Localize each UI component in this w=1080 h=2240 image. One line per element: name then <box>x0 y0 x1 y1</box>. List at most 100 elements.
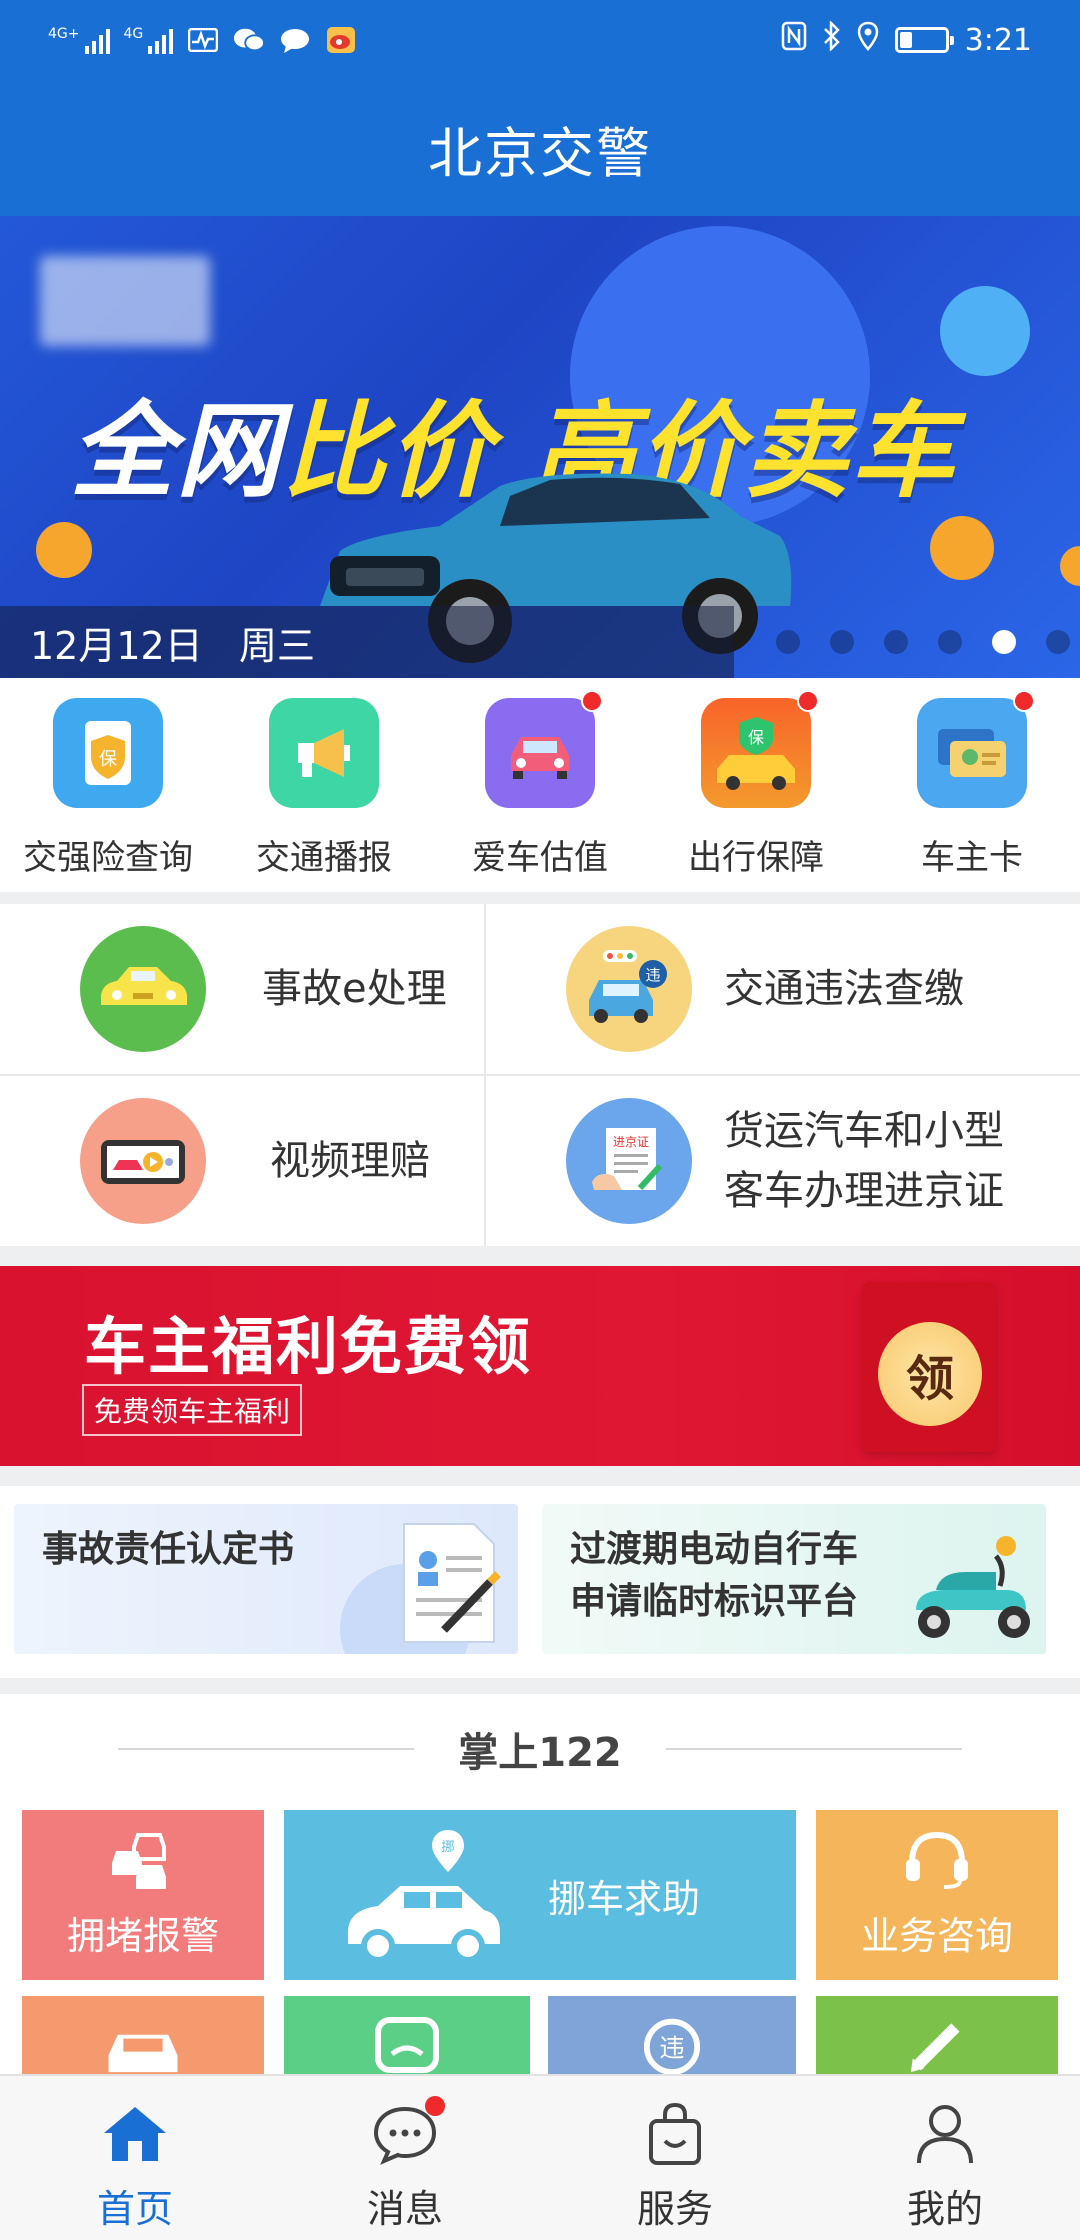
promo-banner-carousel[interactable]: 全网比价 高价卖车 12月12日 周三 <box>0 216 1080 678</box>
service-traffic-violation[interactable]: 违 交通违法查缴 <box>486 904 1080 1074</box>
battery-icon <box>894 27 954 53</box>
status-left: 4G+ 4G <box>48 20 357 60</box>
svg-text:保: 保 <box>748 728 764 747</box>
carousel-dot[interactable] <box>776 630 800 654</box>
document-pen-icon <box>403 1523 501 1643</box>
service-accident-e[interactable]: 事故e处理 <box>0 904 484 1074</box>
carousel-dot[interactable] <box>1046 630 1070 654</box>
service-grid: 事故e处理 违 交通违法查缴 视频理赔 进京证 货运汽车和小型 客车办理进京证 <box>0 904 1080 1246</box>
shopping-bag-icon <box>639 2098 711 2170</box>
quick-item-car-valuation[interactable]: 爱车估值 <box>432 678 648 892</box>
car-pin-icon: 挪 <box>348 1830 500 1963</box>
owner-benefit-banner[interactable]: 车主福利免费领 免费领车主福利 领 <box>0 1266 1080 1466</box>
clock: 3:21 <box>964 22 1032 58</box>
notification-dot <box>581 690 603 712</box>
scooter-icon <box>916 1536 1030 1638</box>
tile-row2-chat[interactable] <box>284 1996 530 2074</box>
status-right: 3:21 <box>781 19 1032 60</box>
service-beijing-permit-label: 货运汽车和小型 客车办理进京证 <box>724 1108 1004 1214</box>
divider <box>118 1748 415 1750</box>
weibo-icon <box>325 27 357 53</box>
coin-icon <box>1060 546 1080 586</box>
traffic-violation-icon: 违 <box>566 926 692 1052</box>
banner-weekday: 周三 <box>238 623 315 668</box>
card-ebike-temp-permit[interactable]: 过渡期电动自行车 申请临时标识平台 <box>542 1504 1046 1654</box>
user-icon <box>909 2098 981 2170</box>
section-header: 掌上122 <box>0 1724 1080 1776</box>
chat-bubble-icon <box>369 2096 445 2170</box>
envelope-seal: 领 <box>878 1322 982 1426</box>
carousel-dot[interactable] <box>830 630 854 654</box>
tile-congestion-report[interactable]: 拥堵报警 <box>22 1810 264 1980</box>
bottom-nav: 首页 消息 服务 我的 <box>0 2074 1080 2240</box>
violation-icon: 违 <box>643 2018 701 2074</box>
nfc-icon <box>781 21 807 59</box>
activity-icon <box>187 27 219 53</box>
quick-item-insurance-query[interactable]: 保 交强险查询 <box>0 678 216 892</box>
tile-row2-violation[interactable]: 违 <box>548 1996 796 2074</box>
yellow-car-icon <box>80 926 206 1052</box>
tile-business-consult[interactable]: 业务咨询 <box>816 1810 1058 1980</box>
notification-dot <box>797 690 819 712</box>
insurance-shield-icon: 保 <box>53 698 163 808</box>
carousel-indicator[interactable] <box>776 630 1070 654</box>
service-beijing-permit[interactable]: 进京证 货运汽车和小型 客车办理进京证 <box>486 1076 1080 1246</box>
section-122: 掌上122 拥堵报警 挪 挪车求助 业务咨询 违 <box>0 1694 1080 2074</box>
carousel-dot[interactable] <box>884 630 908 654</box>
notification-dot <box>1013 690 1035 712</box>
quick-item-travel-protection[interactable]: 保 出行保障 <box>648 678 864 892</box>
carousel-dot-active[interactable] <box>992 630 1016 654</box>
banner-decor-bubble <box>940 286 1030 376</box>
banner-date-bar: 12月12日 周三 <box>0 606 734 678</box>
card-icon <box>917 690 1035 808</box>
nav-services[interactable]: 服务 <box>540 2076 810 2240</box>
car-protection-icon: 保 <box>701 690 819 808</box>
banner-date: 12月12日 <box>30 623 203 668</box>
service-video-claim[interactable]: 视频理赔 <box>0 1076 484 1246</box>
svg-text:违: 违 <box>645 966 660 984</box>
signal-icon: 4G+ <box>48 26 110 54</box>
home-icon <box>99 2098 171 2170</box>
svg-text:违: 违 <box>659 2034 684 2063</box>
headset-icon <box>906 1831 968 1889</box>
pencil-icon <box>910 2023 960 2073</box>
app-header: 北京交警 <box>0 80 1080 216</box>
coin-icon <box>36 522 92 578</box>
card-ebike-text: 过渡期电动自行车 申请临时标识平台 <box>570 1529 859 1622</box>
svg-text:保: 保 <box>99 749 117 770</box>
bluetooth-icon <box>823 19 841 59</box>
quick-services-row: 保 交强险查询 交通播报 爱车估值 保 出行保障 车主卡 <box>0 678 1080 892</box>
page-title: 北京交警 <box>428 121 652 185</box>
tile-row2-edit[interactable] <box>816 1996 1058 2074</box>
svg-text:进京证: 进京证 <box>613 1135 649 1149</box>
promo-subtitle: 免费领车主福利 <box>82 1384 303 1436</box>
svg-text:挪: 挪 <box>441 1840 454 1855</box>
red-envelope-icon: 领 <box>862 1282 996 1452</box>
video-claim-icon <box>80 1098 206 1224</box>
chat-icon <box>375 2017 439 2073</box>
nav-profile[interactable]: 我的 <box>810 2076 1080 2240</box>
tile-move-car-help[interactable]: 挪 挪车求助 <box>284 1810 796 1980</box>
nav-home[interactable]: 首页 <box>0 2076 270 2240</box>
tile-row2-car[interactable] <box>22 1996 264 2074</box>
carousel-dot[interactable] <box>938 630 962 654</box>
banner-blurred-logo <box>40 256 210 346</box>
notification-dot <box>425 2096 445 2116</box>
coin-icon <box>930 516 994 580</box>
status-bar: 4G+ 4G 3:21 <box>0 0 1080 80</box>
megaphone-icon <box>269 698 379 808</box>
beijing-permit-icon: 进京证 <box>566 1098 692 1224</box>
feature-cards: 事故责任认定书 过渡期电动自行车 申请临时标识平台 <box>0 1486 1080 1678</box>
card-accident-liability[interactable]: 事故责任认定书 <box>14 1504 518 1654</box>
signal-icon-2: 4G <box>124 26 174 54</box>
cars-jam-icon <box>112 1833 166 1889</box>
divider <box>665 1748 962 1750</box>
quick-item-traffic-broadcast[interactable]: 交通播报 <box>216 678 432 892</box>
car-icon <box>108 2034 178 2073</box>
quick-item-owner-card[interactable]: 车主卡 <box>864 678 1080 892</box>
nav-messages[interactable]: 消息 <box>270 2076 540 2240</box>
promo-title: 车主福利免费领 <box>84 1310 533 1383</box>
section-title: 掌上122 <box>458 1730 622 1776</box>
car-front-icon <box>485 690 603 808</box>
wechat-icon <box>233 27 266 53</box>
